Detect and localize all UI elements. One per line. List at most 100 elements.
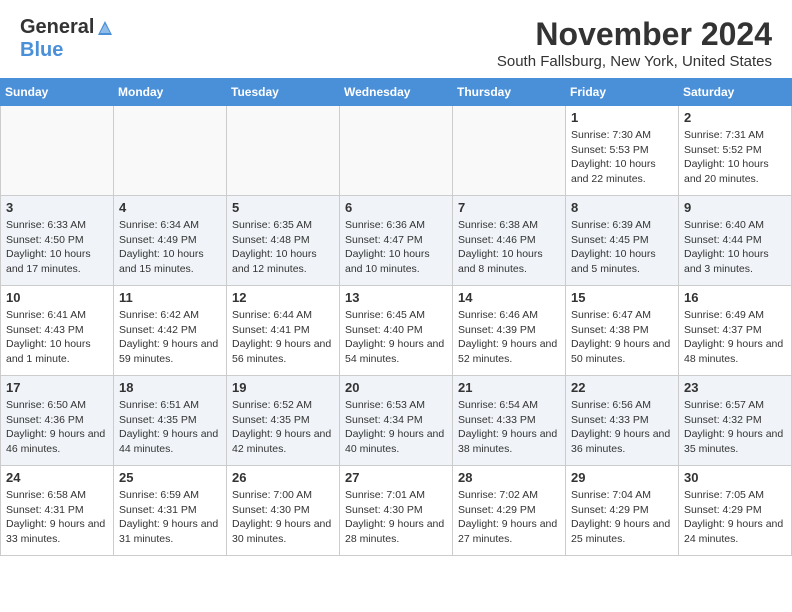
calendar-cell: 5Sunrise: 6:35 AM Sunset: 4:48 PM Daylig… xyxy=(227,196,340,286)
calendar-cell xyxy=(114,106,227,196)
day-info: Sunrise: 7:31 AM Sunset: 5:52 PM Dayligh… xyxy=(684,128,786,187)
logo-icon xyxy=(96,19,114,37)
calendar-cell: 9 Sunrise: 6:40 AM Sunset: 4:44 PM Daylig… xyxy=(679,196,792,286)
day-info: Sunrise: 6:45 AM Sunset: 4:40 PM Dayligh… xyxy=(345,308,447,367)
calendar-cell: 27 Sunrise: 7:01 AM Sunset: 4:30 PM Dayli… xyxy=(340,466,453,556)
day-info: Sunrise: 6:40 AM Sunset: 4:44 PM Dayligh… xyxy=(684,218,786,277)
weekday-header-wednesday: Wednesday xyxy=(340,79,453,106)
day-number: 16 xyxy=(684,290,786,305)
day-number: 25 xyxy=(119,470,221,485)
day-number: 28 xyxy=(458,470,560,485)
day-number: 2 xyxy=(684,110,786,125)
day-number: 27 xyxy=(345,470,447,485)
calendar-cell xyxy=(340,106,453,196)
day-info: Sunrise: 6:54 AM Sunset: 4:33 PM Dayligh… xyxy=(458,398,560,457)
calendar-cell: 25 Sunrise: 6:59 AM Sunset: 4:31 PM Dayli… xyxy=(114,466,227,556)
weekday-header-monday: Monday xyxy=(114,79,227,106)
day-number: 20 xyxy=(345,380,447,395)
day-number: 3 xyxy=(6,200,108,215)
day-number: 18 xyxy=(119,380,221,395)
calendar-table: SundayMondayTuesdayWednesdayThursdayFrid… xyxy=(0,78,792,556)
month-title: November 2024 xyxy=(497,16,772,53)
calendar-cell: 20 Sunrise: 6:53 AM Sunset: 4:34 PM Dayli… xyxy=(340,376,453,466)
day-number: 14 xyxy=(458,290,560,305)
calendar-header-row: SundayMondayTuesdayWednesdayThursdayFrid… xyxy=(1,79,792,106)
calendar-cell: 1Sunrise: 7:30 AM Sunset: 5:53 PM Daylig… xyxy=(566,106,679,196)
day-number: 23 xyxy=(684,380,786,395)
day-info: Sunrise: 7:00 AM Sunset: 4:30 PM Dayligh… xyxy=(232,488,334,547)
day-number: 15 xyxy=(571,290,673,305)
day-info: Sunrise: 6:58 AM Sunset: 4:31 PM Dayligh… xyxy=(6,488,108,547)
day-number: 17 xyxy=(6,380,108,395)
day-info: Sunrise: 7:05 AM Sunset: 4:29 PM Dayligh… xyxy=(684,488,786,547)
title-block: November 2024 South Fallsburg, New York,… xyxy=(497,16,772,70)
logo: General Blue xyxy=(20,16,114,62)
day-info: Sunrise: 6:41 AM Sunset: 4:43 PM Dayligh… xyxy=(6,308,108,367)
weekday-header-tuesday: Tuesday xyxy=(227,79,340,106)
day-number: 22 xyxy=(571,380,673,395)
calendar-cell: 11Sunrise: 6:42 AM Sunset: 4:42 PM Dayli… xyxy=(114,286,227,376)
day-info: Sunrise: 6:50 AM Sunset: 4:36 PM Dayligh… xyxy=(6,398,108,457)
calendar-cell: 29 Sunrise: 7:04 AM Sunset: 4:29 PM Dayli… xyxy=(566,466,679,556)
day-info: Sunrise: 6:52 AM Sunset: 4:35 PM Dayligh… xyxy=(232,398,334,457)
weekday-header-friday: Friday xyxy=(566,79,679,106)
day-number: 19 xyxy=(232,380,334,395)
calendar-cell xyxy=(1,106,114,196)
calendar-cell: 23 Sunrise: 6:57 AM Sunset: 4:32 PM Dayli… xyxy=(679,376,792,466)
day-number: 29 xyxy=(571,470,673,485)
day-number: 10 xyxy=(6,290,108,305)
calendar-cell: 22 Sunrise: 6:56 AM Sunset: 4:33 PM Dayli… xyxy=(566,376,679,466)
day-number: 4 xyxy=(119,200,221,215)
day-number: 13 xyxy=(345,290,447,305)
calendar-cell: 30 Sunrise: 7:05 AM Sunset: 4:29 PM Dayli… xyxy=(679,466,792,556)
day-number: 30 xyxy=(684,470,786,485)
page-header: General Blue November 2024 South Fallsbu… xyxy=(0,0,792,78)
calendar-cell: 3 Sunrise: 6:33 AM Sunset: 4:50 PM Daylig… xyxy=(1,196,114,286)
calendar-cell: 17 Sunrise: 6:50 AM Sunset: 4:36 PM Dayli… xyxy=(1,376,114,466)
day-info: Sunrise: 6:34 AM Sunset: 4:49 PM Dayligh… xyxy=(119,218,221,277)
calendar-cell: 12 Sunrise: 6:44 AM Sunset: 4:41 PM Dayli… xyxy=(227,286,340,376)
logo-general-text: General xyxy=(20,16,94,39)
day-info: Sunrise: 6:38 AM Sunset: 4:46 PM Dayligh… xyxy=(458,218,560,277)
calendar-cell: 26 Sunrise: 7:00 AM Sunset: 4:30 PM Dayli… xyxy=(227,466,340,556)
location-text: South Fallsburg, New York, United States xyxy=(497,53,772,70)
calendar-cell: 28 Sunrise: 7:02 AM Sunset: 4:29 PM Dayli… xyxy=(453,466,566,556)
day-info: Sunrise: 6:53 AM Sunset: 4:34 PM Dayligh… xyxy=(345,398,447,457)
calendar-cell xyxy=(453,106,566,196)
day-info: Sunrise: 6:33 AM Sunset: 4:50 PM Dayligh… xyxy=(6,218,108,277)
day-number: 11 xyxy=(119,290,221,305)
day-info: Sunrise: 7:02 AM Sunset: 4:29 PM Dayligh… xyxy=(458,488,560,547)
day-info: Sunrise: 6:35 AM Sunset: 4:48 PM Dayligh… xyxy=(232,218,334,277)
day-info: Sunrise: 6:51 AM Sunset: 4:35 PM Dayligh… xyxy=(119,398,221,457)
day-info: Sunrise: 6:36 AM Sunset: 4:47 PM Dayligh… xyxy=(345,218,447,277)
day-info: Sunrise: 6:39 AM Sunset: 4:45 PM Dayligh… xyxy=(571,218,673,277)
calendar-cell: 6Sunrise: 6:36 AM Sunset: 4:47 PM Daylig… xyxy=(340,196,453,286)
day-number: 26 xyxy=(232,470,334,485)
calendar-cell: 24 Sunrise: 6:58 AM Sunset: 4:31 PM Dayli… xyxy=(1,466,114,556)
day-number: 8 xyxy=(571,200,673,215)
day-info: Sunrise: 6:44 AM Sunset: 4:41 PM Dayligh… xyxy=(232,308,334,367)
day-number: 24 xyxy=(6,470,108,485)
calendar-cell: 10 Sunrise: 6:41 AM Sunset: 4:43 PM Dayli… xyxy=(1,286,114,376)
calendar-cell: 16 Sunrise: 6:49 AM Sunset: 4:37 PM Dayli… xyxy=(679,286,792,376)
weekday-header-sunday: Sunday xyxy=(1,79,114,106)
day-info: Sunrise: 6:56 AM Sunset: 4:33 PM Dayligh… xyxy=(571,398,673,457)
day-number: 9 xyxy=(684,200,786,215)
calendar-cell: 13 Sunrise: 6:45 AM Sunset: 4:40 PM Dayli… xyxy=(340,286,453,376)
calendar-cell: 19 Sunrise: 6:52 AM Sunset: 4:35 PM Dayli… xyxy=(227,376,340,466)
day-number: 21 xyxy=(458,380,560,395)
weekday-header-thursday: Thursday xyxy=(453,79,566,106)
day-info: Sunrise: 7:04 AM Sunset: 4:29 PM Dayligh… xyxy=(571,488,673,547)
day-number: 12 xyxy=(232,290,334,305)
calendar-cell: 2 Sunrise: 7:31 AM Sunset: 5:52 PM Daylig… xyxy=(679,106,792,196)
logo-blue-text: Blue xyxy=(20,39,63,62)
day-info: Sunrise: 6:57 AM Sunset: 4:32 PM Dayligh… xyxy=(684,398,786,457)
day-info: Sunrise: 6:47 AM Sunset: 4:38 PM Dayligh… xyxy=(571,308,673,367)
calendar-cell: 7Sunrise: 6:38 AM Sunset: 4:46 PM Daylig… xyxy=(453,196,566,286)
calendar-cell: 8 Sunrise: 6:39 AM Sunset: 4:45 PM Daylig… xyxy=(566,196,679,286)
calendar-cell: 4 Sunrise: 6:34 AM Sunset: 4:49 PM Daylig… xyxy=(114,196,227,286)
day-info: Sunrise: 7:01 AM Sunset: 4:30 PM Dayligh… xyxy=(345,488,447,547)
day-info: Sunrise: 7:30 AM Sunset: 5:53 PM Dayligh… xyxy=(571,128,673,187)
day-info: Sunrise: 6:59 AM Sunset: 4:31 PM Dayligh… xyxy=(119,488,221,547)
day-info: Sunrise: 6:49 AM Sunset: 4:37 PM Dayligh… xyxy=(684,308,786,367)
